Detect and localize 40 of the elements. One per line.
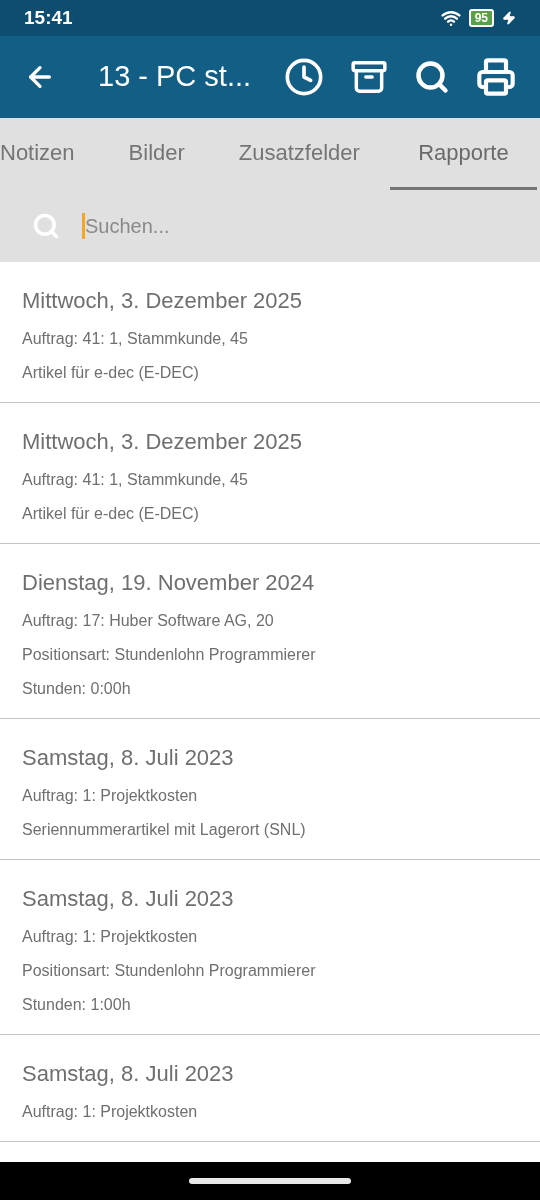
tab[interactable]: Notizen (0, 118, 99, 190)
screen-title: 13 - PC st... (98, 59, 252, 95)
search-button[interactable] (414, 59, 450, 95)
report-detail: Artikel für e-dec (E-DEC) (22, 504, 200, 524)
clock-button[interactable] (284, 57, 324, 97)
report-date: Samstag, 8. Juli 2023 (22, 1060, 235, 1088)
clock-time: 15:41 (24, 5, 73, 30)
report-detail: Auftrag: 1: Projektkosten (22, 786, 199, 806)
tab[interactable]: Zusatzfelder (214, 118, 384, 190)
search-field[interactable]: Suchen... (85, 211, 485, 241)
print-button[interactable] (476, 57, 516, 97)
report-detail: Seriennummerartikel mit Lagerort (SNL) (22, 820, 307, 840)
battery-indicator: 95 (468, 9, 494, 27)
wifi-icon (440, 8, 461, 28)
report-detail: Artikel für e-dec (E-DEC) (22, 363, 200, 383)
report-item[interactable]: Mittwoch, 3. Dezember 2025 Auftrag: 41: 1, Stammkunde, 45 Artikel für e-dec (E-DEC) (0, 262, 540, 403)
report-item[interactable]: Samstag, 8. Juli 2023 Auftrag: 1: Projektkosten Seriennummerartikel mit Lagerort (SNL) (0, 719, 540, 860)
report-detail: Auftrag: 1: Projektkosten (22, 1102, 199, 1122)
report-date: Dienstag, 19. November 2024 (22, 569, 316, 597)
tab[interactable]: Rapporte (389, 118, 537, 190)
report-item[interactable]: Mittwoch, 3. Dezember 2025 Auftrag: 41: 1, Stammkunde, 45 Artikel für e-dec (E-DEC) (0, 403, 540, 544)
charging-icon (502, 11, 516, 25)
tab[interactable]: Bilder (104, 118, 209, 190)
report-date: Mittwoch, 3. Dezember 2025 (22, 428, 304, 456)
search-icon (32, 212, 60, 240)
report-item[interactable]: Dienstag, 19. November 2024 Auftrag: 17: Huber Software AG, 20 Positionsart: Stundenlohn Programmierer Stunden: 0:00h (0, 544, 540, 719)
report-item[interactable]: Samstag, 8. Juli 2023 Auftrag: 1: Projektkosten Positionsart: Stundenlohn Programmierer Stunden: 1:00h (0, 860, 540, 1035)
report-detail: Stunden: 1:00h (22, 995, 132, 1015)
report-detail: Auftrag: 41: 1, Stammkunde, 45 (22, 329, 249, 349)
report-detail: Positionsart: Stundenlohn Programmierer (22, 961, 317, 981)
report-date: Samstag, 8. Juli 2023 (22, 744, 235, 772)
report-detail: Auftrag: 17: Huber Software AG, 20 (22, 611, 275, 631)
report-detail: Auftrag: 41: 1, Stammkunde, 45 (22, 470, 249, 490)
archive-button[interactable] (350, 58, 388, 96)
report-date: Mittwoch, 3. Dezember 2025 (22, 287, 304, 315)
report-item[interactable]: Samstag, 8. Juli 2023 Auftrag: 1: Projektkosten (0, 1035, 540, 1142)
report-detail: Positionsart: Stundenlohn Programmierer (22, 645, 317, 665)
report-date: Samstag, 8. Juli 2023 (22, 885, 235, 913)
report-detail: Stunden: 0:00h (22, 679, 132, 699)
report-detail: Auftrag: 1: Projektkosten (22, 927, 199, 947)
